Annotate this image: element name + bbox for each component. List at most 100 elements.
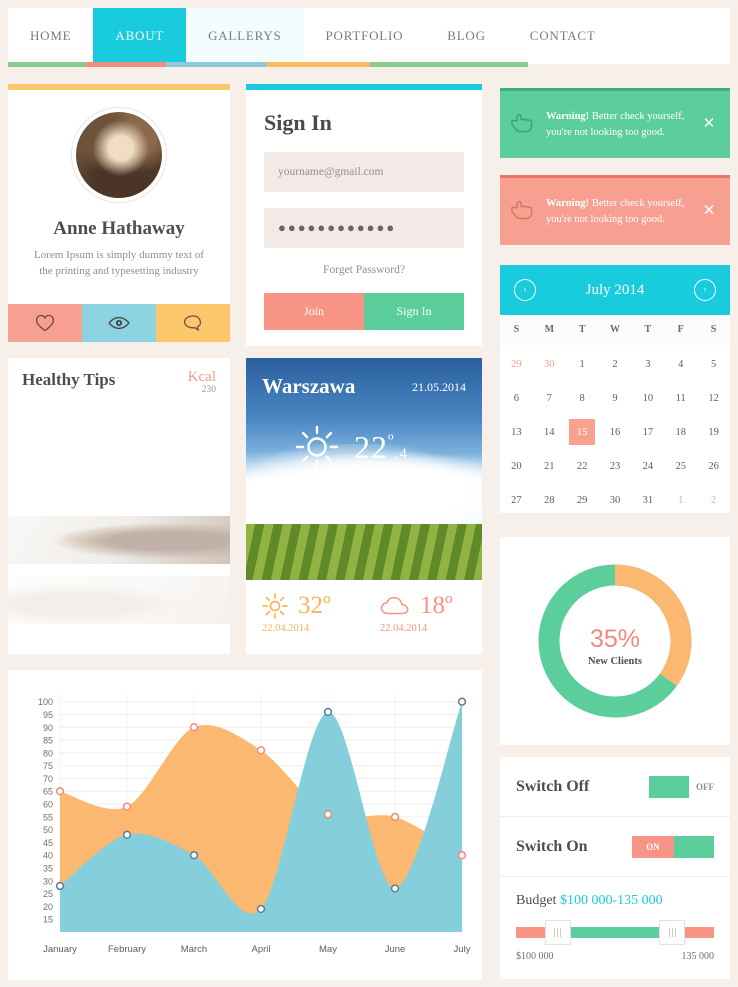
calendar-day[interactable]: 1 [664, 483, 697, 517]
calendar-day-selected[interactable]: 15 [566, 415, 599, 449]
chart-point[interactable] [256, 746, 266, 755]
calendar-day[interactable]: 8 [566, 381, 599, 415]
like-button[interactable] [8, 304, 82, 342]
chart-point[interactable] [323, 810, 333, 819]
calendar-day[interactable]: 1 [566, 347, 599, 381]
calendar-day[interactable]: 16 [599, 415, 632, 449]
forecast-item-sun: 32º 22.04.2014 [246, 592, 364, 634]
calendar-day[interactable]: 30 [599, 483, 632, 517]
budget-slider[interactable] [516, 921, 714, 944]
sun-icon [262, 593, 288, 619]
chart-point[interactable] [122, 830, 132, 839]
calendar-day[interactable]: 4 [664, 347, 697, 381]
calendar-day[interactable]: 27 [500, 483, 533, 517]
calendar-day[interactable]: 29 [500, 347, 533, 381]
calendar-day[interactable]: 21 [533, 449, 566, 483]
calendar-day[interactable]: 9 [599, 381, 632, 415]
password-field[interactable]: ●●●●●●●●●●●● [264, 208, 464, 248]
calendar-day[interactable]: 5 [697, 347, 730, 381]
calendar-day[interactable]: 2 [697, 483, 730, 517]
chart-point[interactable] [390, 812, 400, 821]
toggle-knob [649, 775, 689, 798]
chart-point[interactable] [55, 787, 65, 796]
budget-title: Budget $100 000-135 000 [516, 893, 714, 909]
calendar-header: ‹ July 2014 › [500, 265, 730, 315]
calendar-next-button[interactable]: › [693, 279, 716, 301]
signin-button[interactable]: Sign In [364, 293, 464, 330]
nav-label: GALLERYS [208, 28, 282, 43]
calendar-day[interactable]: 30 [533, 347, 566, 381]
weekday-label: F [677, 324, 684, 335]
x-axis-tick-label: March [181, 944, 207, 955]
calendar-day[interactable]: 18 [664, 415, 697, 449]
weekday-label: S [710, 324, 717, 335]
toggle-on[interactable]: ON [632, 835, 714, 858]
tips-header: Healthy Tips Kcal 230 [8, 358, 230, 406]
toggle-off[interactable]: OFF [649, 775, 714, 798]
weather-temperature: 22º,4 [354, 429, 408, 466]
chart-point[interactable] [122, 802, 132, 811]
calendar-day[interactable]: 25 [664, 449, 697, 483]
chart-point[interactable] [189, 851, 199, 860]
tips-image-2[interactable] [8, 515, 230, 564]
calendar-day[interactable]: 13 [500, 415, 533, 449]
nav-item-blog[interactable]: BLOG [425, 8, 508, 64]
views-button[interactable] [82, 304, 156, 342]
nav-label: PORTFOLIO [325, 28, 404, 43]
calendar-week-row: 13 14 15 16 17 18 19 [500, 415, 730, 449]
email-field[interactable]: yourname@gmail.com [264, 152, 464, 192]
calendar-day[interactable]: 29 [566, 483, 599, 517]
join-button[interactable]: Join [264, 293, 364, 330]
chart-point[interactable] [457, 697, 467, 706]
calendar-day[interactable]: 3 [631, 347, 664, 381]
chart-point[interactable] [390, 884, 400, 893]
chart-point[interactable] [256, 904, 266, 914]
calendar-day[interactable]: 10 [631, 381, 664, 415]
x-axis-tick-label: February [108, 944, 146, 955]
forget-password-link[interactable]: Forget Password? [246, 264, 482, 276]
calendar-day[interactable]: 28 [533, 483, 566, 517]
area-chart-card: 15 20 25 30 35 40 45 50 55 60 65 70 75 80 85 90 95 100 Jan… [8, 670, 482, 980]
chart-point[interactable] [323, 707, 333, 717]
tips-image-3[interactable] [8, 575, 230, 624]
calendar-day[interactable]: 17 [631, 415, 664, 449]
calendar-day[interactable]: 31 [631, 483, 664, 517]
calendar-week-row: 6 7 8 9 10 11 12 [500, 381, 730, 415]
nav-item-about[interactable]: ABOUT [93, 8, 187, 64]
nav-item-home[interactable]: HOME [8, 8, 93, 64]
nav-item-gallerys[interactable]: GALLERYS [186, 8, 304, 64]
chart-point[interactable] [189, 723, 199, 732]
nav-item-contact[interactable]: CONTACT [508, 8, 618, 64]
ui-kit-page: HOME ABOUT GALLERYS PORTFOLIO BLOG CONTA… [0, 0, 738, 987]
tips-image-1[interactable] [8, 406, 230, 506]
calendar-day[interactable]: 2 [599, 347, 632, 381]
pointing-hand-icon [510, 111, 544, 138]
nav-item-portfolio[interactable]: PORTFOLIO [304, 8, 426, 64]
alert-title: Warning! [546, 198, 590, 210]
calendar-day[interactable]: 20 [500, 449, 533, 483]
calendar-day[interactable]: 7 [533, 381, 566, 415]
calendar-day[interactable]: 19 [697, 415, 730, 449]
calendar-day[interactable]: 24 [631, 449, 664, 483]
eye-icon [108, 316, 130, 330]
chart-point[interactable] [55, 881, 65, 891]
close-icon[interactable]: ✕ [698, 201, 720, 223]
slider-handle-min[interactable] [545, 921, 570, 944]
calendar-day[interactable]: 12 [697, 381, 730, 415]
calendar-day[interactable]: 6 [500, 381, 533, 415]
calendar-day[interactable]: 11 [664, 381, 697, 415]
cloud-icon [380, 596, 409, 615]
chart-point[interactable] [457, 851, 467, 860]
slider-handle-max[interactable] [660, 921, 685, 944]
weekday-label: T [578, 324, 586, 335]
calendar-week-row: 20 21 22 23 24 25 26 [500, 449, 730, 483]
comments-button[interactable] [156, 304, 230, 342]
calendar-day[interactable]: 14 [533, 415, 566, 449]
calendar-day[interactable]: 26 [697, 449, 730, 483]
close-icon[interactable]: ✕ [698, 114, 720, 136]
calendar-day[interactable]: 23 [599, 449, 632, 483]
calendar-prev-button[interactable]: ‹ [514, 279, 536, 301]
calendar-day[interactable]: 22 [566, 449, 599, 483]
y-axis-tick-label: 30 [43, 876, 53, 886]
comment-icon [183, 315, 202, 332]
